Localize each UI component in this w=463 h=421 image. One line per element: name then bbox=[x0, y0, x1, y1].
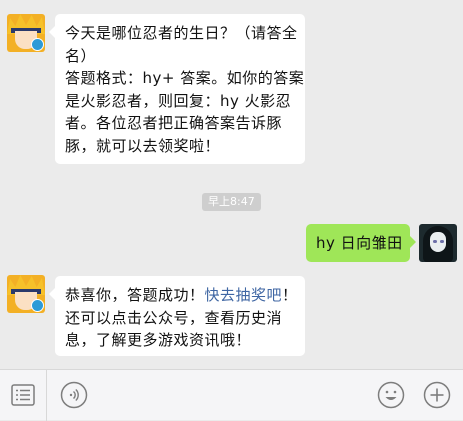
toolbar-divider bbox=[46, 370, 47, 421]
official-account-avatar[interactable] bbox=[7, 14, 45, 52]
official-account-avatar[interactable] bbox=[7, 275, 45, 313]
message-line: 答题格式：hy+ 答案。如你的答案 bbox=[65, 69, 305, 87]
message-line: 豚，就可以去领奖啦！ bbox=[65, 136, 221, 155]
input-toolbar bbox=[0, 369, 463, 421]
message-line: 还可以点击公众号，查看历史消 bbox=[65, 308, 283, 327]
plus-icon[interactable] bbox=[423, 381, 451, 409]
lottery-link[interactable]: 快去抽奖吧 bbox=[205, 286, 283, 304]
message-bubble-received[interactable]: 今天是哪位忍者的生日？（请答全 名） 答题格式：hy+ 答案。如你的答案 是火影… bbox=[49, 14, 305, 164]
message-line: 息，了解更多游戏资讯哦！ bbox=[65, 331, 252, 349]
message-line: 恭喜你，答题成功！快去抽奖吧！ bbox=[65, 284, 298, 307]
message-line: 名） bbox=[65, 46, 97, 65]
message-timestamp: 早上8:47 bbox=[202, 193, 261, 211]
message-text: hy 日向雏田 bbox=[316, 234, 403, 252]
menu-list-icon[interactable] bbox=[10, 382, 36, 408]
message-line: 是火影忍者，则回复：hy 火影忍 bbox=[65, 91, 292, 110]
verified-badge-icon bbox=[31, 38, 44, 51]
verified-badge-icon bbox=[31, 299, 44, 312]
message-text: ！ bbox=[282, 286, 298, 304]
message-line: 者。各位忍者把正确答案告诉豚 bbox=[65, 114, 283, 132]
voice-icon[interactable] bbox=[60, 381, 88, 409]
message-text: 恭喜你，答题成功！ bbox=[65, 286, 205, 304]
message-line: 今天是哪位忍者的生日？（请答全 bbox=[65, 24, 298, 42]
message-bubble-received[interactable]: 恭喜你，答题成功！快去抽奖吧！ 还可以点击公众号，查看历史消 息，了解更多游戏资… bbox=[49, 276, 305, 356]
user-avatar[interactable] bbox=[419, 224, 457, 262]
message-bubble-sent[interactable]: hy 日向雏田 bbox=[306, 224, 416, 262]
emoji-icon[interactable] bbox=[377, 381, 405, 409]
